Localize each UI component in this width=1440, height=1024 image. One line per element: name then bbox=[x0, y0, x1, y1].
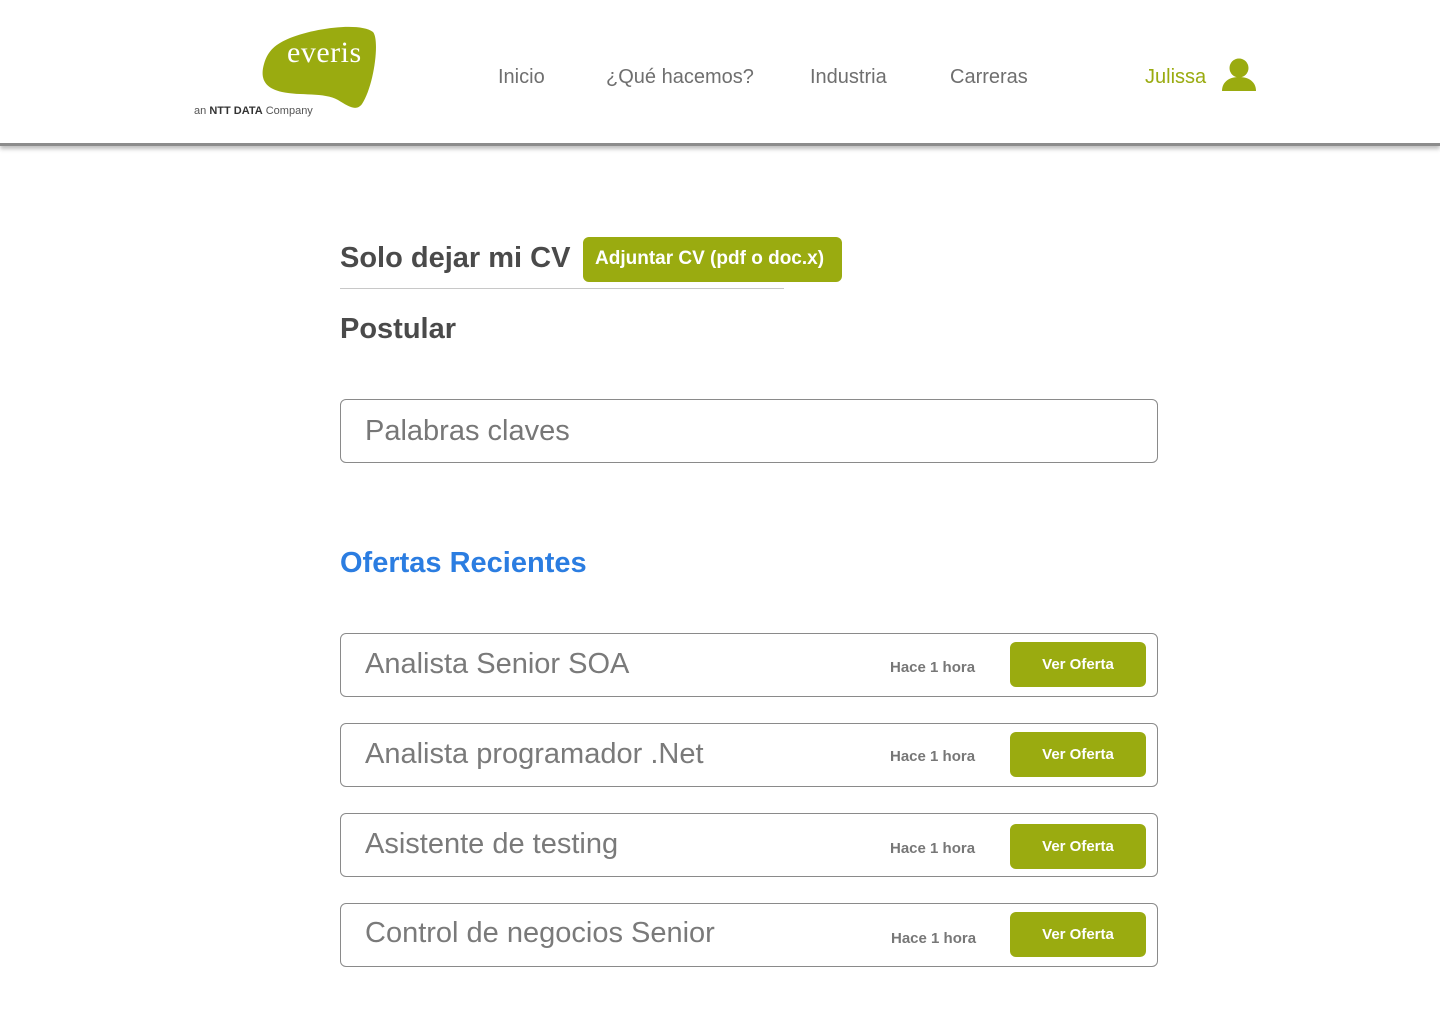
offer-title: Control de negocios Senior bbox=[365, 917, 715, 949]
offer-time: Hace 1 hora bbox=[891, 930, 977, 947]
everis-logo[interactable]: everis an NTT DATA Company bbox=[190, 26, 390, 126]
user-name[interactable]: Julissa bbox=[1145, 66, 1206, 89]
nav-item-que-hacemos[interactable]: ¿Qué hacemos? bbox=[606, 66, 754, 89]
logo-tagline: an NTT DATA Company bbox=[194, 105, 313, 117]
recent-offers-title: Ofertas Recientes bbox=[340, 547, 587, 579]
divider bbox=[340, 288, 784, 289]
apply-title: Postular bbox=[340, 313, 457, 345]
offer-title: Asistente de testing bbox=[365, 828, 619, 860]
offer-title: Analista Senior SOA bbox=[365, 648, 630, 680]
offer-row: Analista Senior SOA Hace 1 hora Ver Ofer… bbox=[340, 633, 1158, 697]
offer-row: Asistente de testing Hace 1 hora Ver Ofe… bbox=[340, 813, 1158, 877]
attach-cv-button[interactable]: Adjuntar CV (pdf o doc.x) bbox=[583, 237, 842, 282]
user-icon[interactable] bbox=[1221, 58, 1257, 92]
keyword-search-input[interactable] bbox=[342, 401, 1156, 461]
offer-row: Control de negocios Senior Hace 1 hora V… bbox=[340, 903, 1158, 967]
offer-time: Hace 1 hora bbox=[890, 659, 976, 676]
logo-wordmark: everis bbox=[287, 36, 362, 69]
nav-item-carreras[interactable]: Carreras bbox=[950, 66, 1028, 89]
offer-time: Hace 1 hora bbox=[890, 748, 976, 765]
offer-time: Hace 1 hora bbox=[890, 840, 976, 857]
view-offer-button[interactable]: Ver Oferta bbox=[1010, 912, 1146, 957]
offer-row: Analista programador .Net Hace 1 hora Ve… bbox=[340, 723, 1158, 787]
site-header: everis an NTT DATA Company Inicio ¿Qué h… bbox=[0, 0, 1440, 146]
view-offer-button[interactable]: Ver Oferta bbox=[1010, 642, 1146, 687]
tagline-prefix: an bbox=[194, 105, 207, 117]
offer-title: Analista programador .Net bbox=[365, 738, 704, 770]
cv-title: Solo dejar mi CV bbox=[340, 242, 571, 274]
tagline-strong: NTT DATA bbox=[209, 105, 263, 117]
nav-item-inicio[interactable]: Inicio bbox=[498, 66, 545, 89]
nav-item-industria[interactable]: Industria bbox=[810, 66, 887, 89]
tagline-suffix: Company bbox=[265, 105, 313, 117]
view-offer-button[interactable]: Ver Oferta bbox=[1010, 824, 1146, 869]
keyword-search[interactable] bbox=[340, 399, 1158, 463]
view-offer-button[interactable]: Ver Oferta bbox=[1010, 732, 1146, 777]
